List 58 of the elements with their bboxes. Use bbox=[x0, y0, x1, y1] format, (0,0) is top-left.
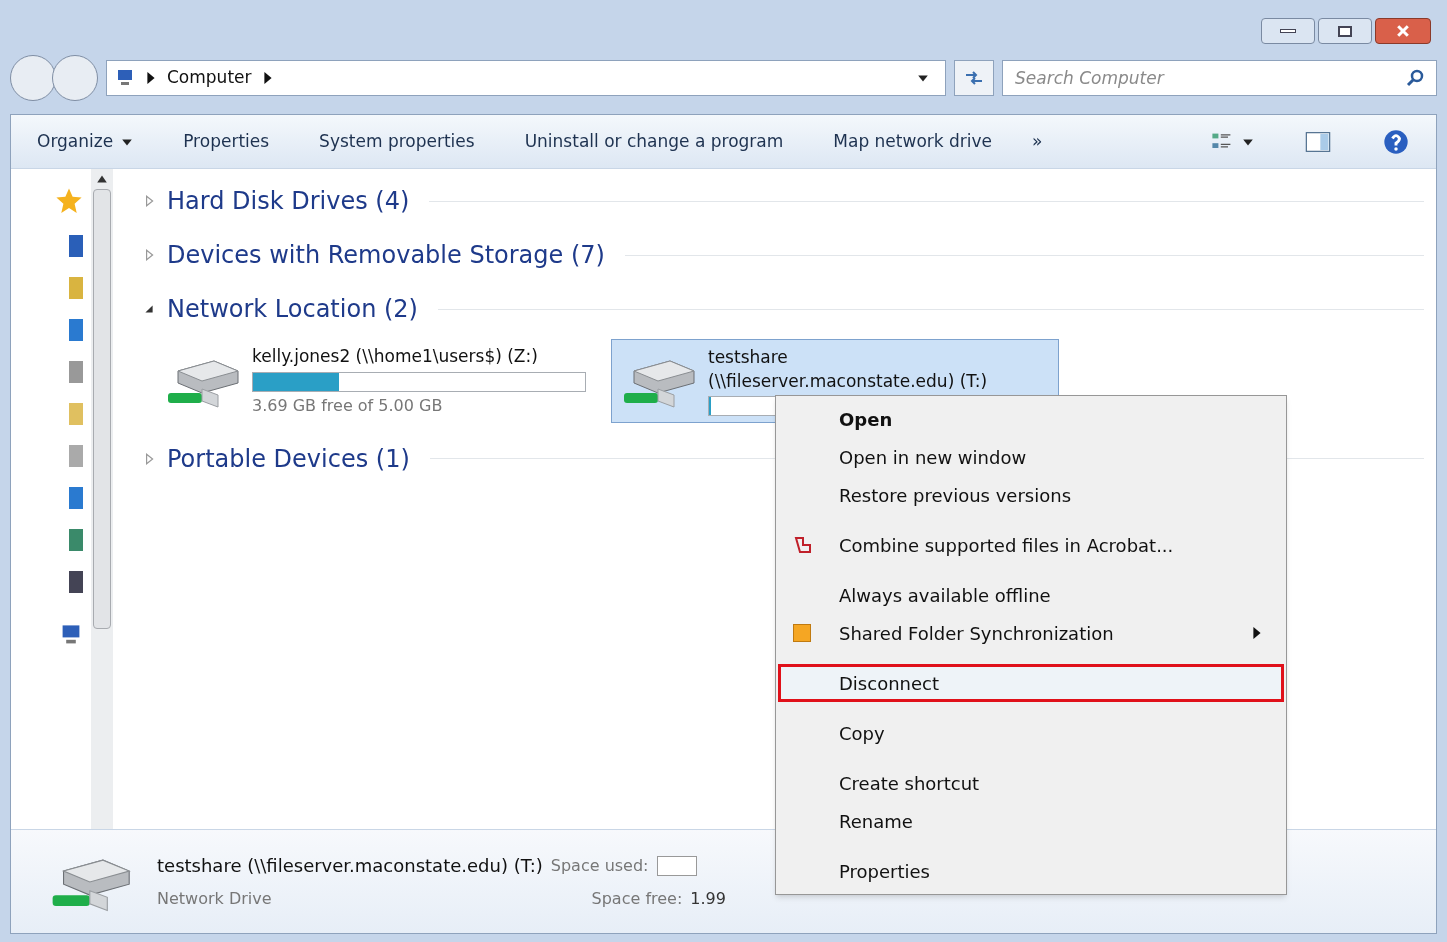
menu-item[interactable]: Shared Folder Synchronization bbox=[778, 614, 1284, 652]
space-used-bar bbox=[656, 855, 697, 876]
details-type: Network Drive bbox=[157, 888, 272, 910]
preview-pane-icon[interactable] bbox=[1304, 129, 1332, 154]
space-used-label: Space used: bbox=[550, 854, 649, 877]
menu-item[interactable]: Always available offline bbox=[778, 576, 1284, 614]
menu-item[interactable]: Restore previous versions bbox=[778, 476, 1284, 514]
submenu-arrow-icon bbox=[1253, 627, 1261, 639]
more-commands-button[interactable]: » bbox=[1032, 128, 1043, 155]
sync-icon bbox=[793, 624, 811, 642]
refresh-button[interactable] bbox=[954, 60, 994, 96]
drive-name: kelly.jones2 (\\home1\users$) (Z:) bbox=[252, 345, 539, 368]
group-header[interactable]: Hard Disk Drives (4) bbox=[167, 183, 410, 219]
drive-tile[interactable]: kelly.jones2 (\\home1\users$) (Z:) 3.69 GB free of 5.00 GB bbox=[155, 339, 595, 423]
drive-name: testshare bbox=[708, 346, 789, 370]
space-free-value: 1.99 bbox=[690, 888, 726, 910]
breadcrumb-arrow-icon[interactable] bbox=[147, 72, 155, 84]
close-button[interactable] bbox=[1375, 18, 1431, 44]
toolbar-button[interactable]: Map network drive bbox=[833, 128, 993, 155]
collapse-triangle-icon[interactable] bbox=[143, 303, 155, 315]
toolbar-button[interactable]: System properties bbox=[319, 128, 475, 155]
toolbar-button[interactable]: Properties bbox=[183, 128, 270, 155]
search-field[interactable]: Search Computer bbox=[1002, 60, 1437, 96]
menu-item[interactable]: Disconnect bbox=[778, 664, 1284, 702]
computer-icon bbox=[115, 68, 135, 88]
star-icon[interactable] bbox=[55, 187, 83, 215]
scroll-up-arrow-icon[interactable] bbox=[96, 173, 108, 185]
close-icon bbox=[1397, 25, 1409, 37]
group-header[interactable]: Portable Devices (1) bbox=[167, 440, 410, 477]
forward-button[interactable] bbox=[52, 55, 98, 101]
maximize-button[interactable] bbox=[1318, 18, 1372, 44]
space-free-label: Space free: bbox=[591, 888, 683, 910]
expand-triangle-icon[interactable] bbox=[143, 452, 155, 465]
details-title: testshare (\\fileserver.maconstate.edu) (T:) bbox=[157, 854, 543, 878]
refresh-arrows-icon bbox=[964, 70, 984, 86]
menu-item[interactable]: Properties bbox=[778, 852, 1284, 890]
scrollbar[interactable] bbox=[91, 169, 113, 829]
menu-item[interactable]: Open in new window bbox=[778, 438, 1284, 476]
group-header[interactable]: Network Location (2) bbox=[167, 291, 418, 327]
scrollbar-thumb[interactable] bbox=[93, 189, 111, 629]
breadcrumb-arrow-icon[interactable] bbox=[263, 72, 272, 84]
expand-triangle-icon[interactable] bbox=[143, 195, 155, 207]
menu-item[interactable]: Rename bbox=[778, 802, 1284, 840]
search-icon bbox=[1405, 68, 1425, 88]
menu-item[interactable]: Copy bbox=[778, 714, 1284, 752]
minimize-button[interactable] bbox=[1261, 18, 1315, 44]
free-space-text: 3.69 GB free of 5.00 GB bbox=[252, 394, 444, 417]
expand-triangle-icon[interactable] bbox=[143, 249, 155, 261]
group-header[interactable]: Devices with Removable Storage (7) bbox=[167, 237, 605, 273]
help-icon[interactable] bbox=[1382, 127, 1410, 156]
breadcrumb-item[interactable]: Computer bbox=[167, 65, 252, 91]
toolbar-button[interactable]: Uninstall or change a program bbox=[524, 128, 784, 155]
menu-item[interactable]: Combine supported files in Acrobat... bbox=[778, 526, 1284, 564]
back-button[interactable] bbox=[10, 55, 56, 101]
address-bar[interactable]: Computer bbox=[106, 60, 946, 96]
menu-item[interactable]: Create shortcut bbox=[778, 764, 1284, 802]
drive-path: (\\fileserver.maconstate.edu) (T:) bbox=[708, 369, 989, 393]
toolbar-button[interactable]: Organize bbox=[37, 128, 134, 155]
